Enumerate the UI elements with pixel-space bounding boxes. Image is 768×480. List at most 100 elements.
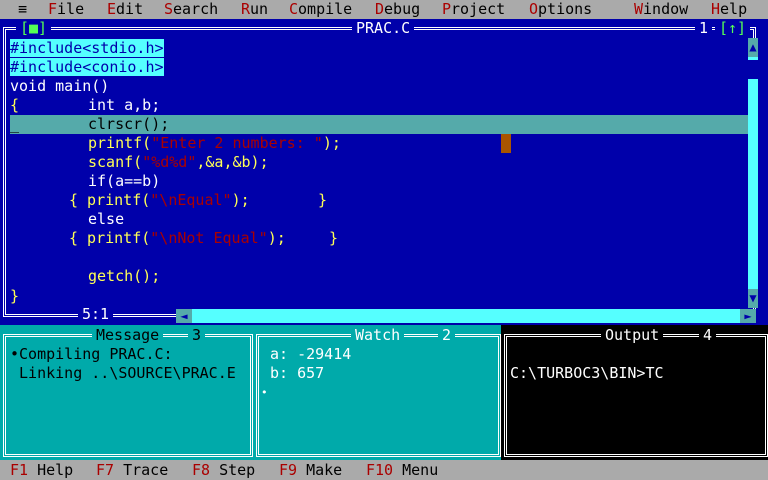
editor-close-icon[interactable]: [■] [16,19,52,38]
menu-compile[interactable]: Compile [289,0,352,19]
brace-close: } [329,229,339,247]
fkey-step[interactable]: F8 Step [192,461,255,480]
fkey-trace[interactable]: F7 Trace [96,461,168,480]
menu-debug-label: ebug [384,0,421,18]
output-frame [504,334,768,457]
string-literal: "\nEqual" [150,191,232,209]
menu-window[interactable]: Window [634,0,688,19]
menu-edit-hotkey: E [107,0,117,18]
editor-title: PRAC.C [352,19,415,38]
mouse-cursor [501,134,511,153]
code-line[interactable]: scanf("%d%d",&a,&b); [88,153,269,172]
brace-open: { [10,96,20,114]
brace-close: } [10,287,20,305]
menu-options[interactable]: Options [529,0,592,19]
brace-close: } [318,191,328,209]
message-line: •Compiling PRAC.C: [10,345,173,363]
include-stdio: #include<stdio.h> [10,39,164,57]
scroll-up-icon[interactable]: ▲ [748,38,758,57]
fkey-make[interactable]: F9 Make [279,461,342,480]
var-decl: int a,b; [88,96,161,114]
menu-project-hotkey: P [442,0,452,18]
watch-title: Watch [351,326,405,345]
watch-bullet: • [261,386,268,399]
menu-run-label: un [250,0,269,18]
code-line[interactable]: } [318,191,327,210]
code-line[interactable]: printf("Enter 2 numbers: "); [88,134,341,153]
code-line[interactable]: #include<stdio.h> [10,39,164,58]
message-line: Linking ..\SOURCE\PRAC.E [10,364,236,382]
if-statement: if(a==b) [88,172,161,190]
menu-debug-hotkey: D [375,0,385,18]
watch-pane: Watch 2 a: -29414 b: 657 • [256,325,501,460]
string-literal: "\nNot Equal" [150,229,268,247]
code-line[interactable]: else [88,210,124,229]
menu-edit-label: dit [116,0,144,18]
status-bar: F1 Help F7 Trace F8 Step F9 Make F10 Men… [0,460,768,480]
clrscr-call: clrscr(); [88,115,170,133]
menu-window-label: indow [643,0,689,18]
code-line[interactable]: void main() [10,77,109,96]
editor-window-number: 1 [695,19,713,38]
message-title: Message [92,326,164,345]
code-line[interactable]: { printf("\nEqual"); [69,191,250,210]
output-number: 4 [699,326,717,345]
menu-window-hotkey: W [634,0,644,18]
menu-project-label: roject [451,0,506,18]
menu-search-hotkey: S [164,0,174,18]
include-conio: #include<conio.h> [10,58,164,76]
code-line[interactable]: } [10,287,19,306]
else-statement: else [88,210,125,228]
menu-search[interactable]: Search [164,0,218,19]
menu-debug[interactable]: Debug [375,0,420,19]
string-literal: "%d%d" [142,153,197,171]
code-line[interactable]: { [10,96,19,115]
fkey-help[interactable]: F1 Help [10,461,73,480]
code-line[interactable]: } [329,229,338,248]
menu-file-label: ile [57,0,85,18]
watch-item[interactable]: a: -29414 [270,345,351,364]
menu-compile-label: ompile [298,0,353,18]
menu-run-hotkey: R [241,0,251,18]
menu-run[interactable]: Run [241,0,268,19]
menu-file-hotkey: F [48,0,58,18]
scroll-left-icon[interactable]: ◄ [176,309,192,323]
menu-bar: ≡ File Edit Search Run Compile Debug Pro… [0,0,768,19]
menu-project[interactable]: Project [442,0,505,19]
menu-help[interactable]: Help [711,0,747,19]
output-title: Output [601,326,664,345]
output-line: C:\TURBOC3\BIN>TC [510,364,664,382]
fkey-menu[interactable]: F10 Menu [366,461,438,480]
menu-help-label: elp [720,0,748,18]
menu-options-hotkey: O [529,0,539,18]
menu-help-hotkey: H [711,0,721,18]
main-decl: void main() [10,77,110,95]
getch-call: getch(); [88,267,161,285]
message-number: 3 [188,326,206,345]
menu-options-label: ptions [538,0,593,18]
message-pane: Message 3 •Compiling PRAC.C: Linking ..\… [0,325,256,460]
output-pane: Output 4 C:\TURBOC3\BIN>TC [501,325,768,460]
menu-compile-hotkey: C [289,0,299,18]
editor-zoom-icon[interactable]: [↑] [715,19,751,38]
text-cursor: _ [10,115,20,133]
code-line[interactable]: getch(); [88,267,160,286]
string-literal: "Enter 2 numbers: " [151,134,323,152]
scroll-down-icon[interactable]: ▼ [748,289,758,308]
menu-edit[interactable]: Edit [107,0,143,19]
code-line[interactable]: if(a==b) [88,172,160,191]
code-line[interactable]: { printf("\nNot Equal"); [69,229,286,248]
menu-file[interactable]: File [48,0,84,19]
code-line[interactable]: clrscr(); [88,115,169,134]
watch-item[interactable]: b: 657 [270,364,324,383]
cursor-position: 5:1 [78,305,114,324]
horizontal-scrollbar[interactable] [176,309,748,323]
system-menu-icon[interactable]: ≡ [18,0,27,19]
editor-window: [■] PRAC.C 1 [↑] #include<stdio.h> #incl… [0,19,768,325]
menu-search-label: earch [173,0,219,18]
code-line[interactable]: int a,b; [88,96,160,115]
code-line[interactable]: #include<conio.h> [10,58,164,77]
scroll-right-icon[interactable]: ► [740,309,756,323]
watch-number: 2 [438,326,456,345]
scroll-thumb[interactable] [748,60,758,79]
